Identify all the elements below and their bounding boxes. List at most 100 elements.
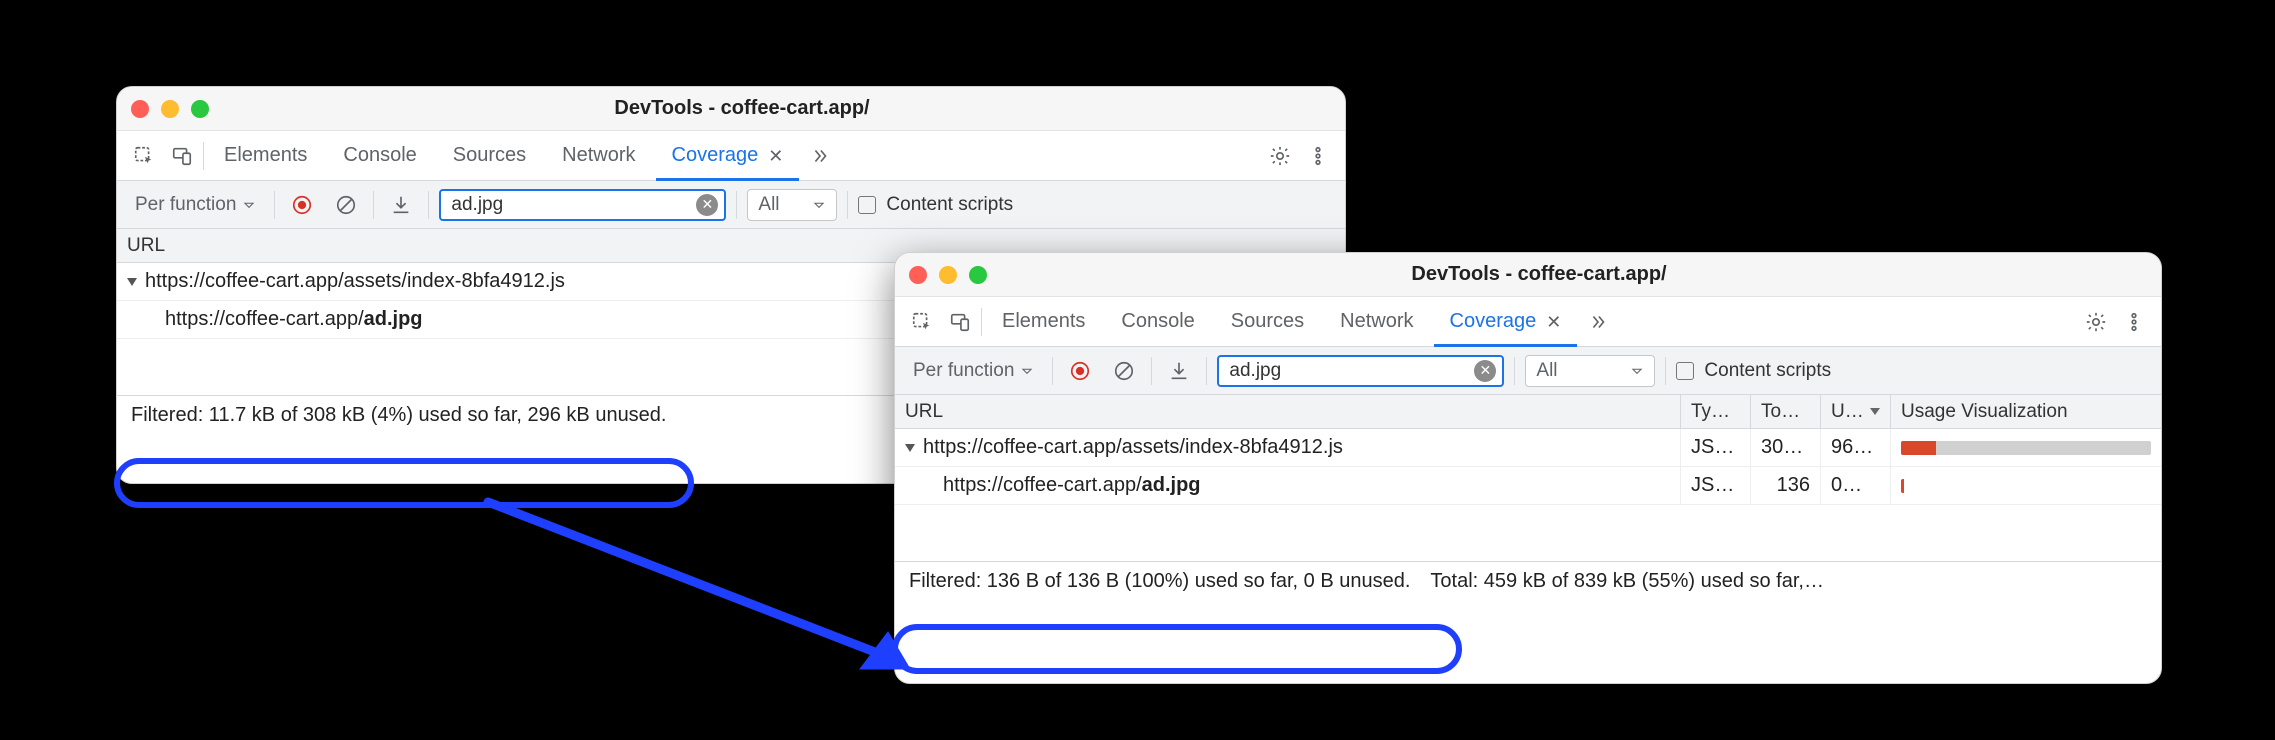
row-usage [1891,429,2161,466]
tab-elements[interactable]: Elements [208,131,323,181]
more-tabs-icon[interactable] [803,139,837,173]
divider [736,191,737,219]
record-button[interactable] [285,188,319,222]
tab-elements[interactable]: Elements [986,297,1101,347]
tab-network[interactable]: Network [546,131,651,181]
minimize-icon[interactable] [161,100,179,118]
more-tabs-icon[interactable] [1581,305,1615,339]
content-scripts-checkbox[interactable] [858,196,876,214]
divider [428,191,429,219]
row-url-prefix: https://coffee-cart.app/ [165,308,364,331]
column-url[interactable]: URL [895,395,1681,428]
clear-filter-icon[interactable]: ✕ [696,194,718,216]
divider [847,191,848,219]
row-usage [1891,467,2161,504]
content-scripts-checkbox[interactable] [1676,362,1694,380]
disclosure-icon[interactable] [127,278,137,286]
table-body: https://coffee-cart.app/assets/index-8bf… [895,429,2161,505]
settings-icon[interactable] [1263,139,1297,173]
device-toggle-icon[interactable] [165,139,199,173]
row-url: https://coffee-cart.app/assets/index-8bf… [923,436,1343,459]
divider [1151,357,1152,385]
zoom-icon[interactable] [191,100,209,118]
minimize-icon[interactable] [939,266,957,284]
tab-sources[interactable]: Sources [437,131,542,181]
row-unused: 0… [1821,467,1891,504]
divider [1665,357,1666,385]
titlebar: DevTools - coffee-cart.app/ [895,253,2161,297]
column-type[interactable]: Ty… [1681,395,1751,428]
type-filter-select[interactable]: All [747,189,837,221]
usage-bar [1901,479,2151,493]
url-filter-field[interactable] [451,194,696,216]
inspect-icon[interactable] [127,139,161,173]
more-menu-icon[interactable] [1301,139,1335,173]
type-filter-value: All [758,194,779,216]
tab-console[interactable]: Console [327,131,432,181]
granularity-label: Per function [135,194,236,216]
status-filtered: Filtered: 11.7 kB of 308 kB (4%) used so… [131,404,667,427]
close-icon[interactable] [131,100,149,118]
row-type: JS… [1681,467,1751,504]
table-row[interactable]: https://coffee-cart.app/assets/index-8bf… [895,429,2161,467]
clear-button[interactable] [329,188,363,222]
table-header: URL Ty… To… U… Usage Visualization [895,395,2161,429]
tab-coverage[interactable]: Coverage ✕ [1434,297,1578,347]
tab-label: Coverage [1450,310,1537,333]
tab-coverage[interactable]: Coverage ✕ [656,131,800,181]
usage-bar [1901,441,2151,455]
window-title: DevTools - coffee-cart.app/ [1001,263,2147,286]
close-tab-icon[interactable]: ✕ [1546,313,1561,331]
divider [1514,357,1515,385]
devtools-tabstrip: Elements Console Sources Network Coverag… [895,297,2161,347]
row-unused: 96… [1821,429,1891,466]
divider [981,308,982,336]
row-url-prefix: https://coffee-cart.app/ [943,474,1142,497]
divider [203,142,204,170]
status-bar: Filtered: 136 B of 136 B (100%) used so … [895,561,2161,601]
traffic-lights [909,266,987,284]
coverage-toolbar: Per function ✕ All Content scripts [895,347,2161,395]
tab-network[interactable]: Network [1324,297,1429,347]
window-title: DevTools - coffee-cart.app/ [223,97,1331,120]
devtools-tabstrip: Elements Console Sources Network Coverag… [117,131,1345,181]
tab-sources[interactable]: Sources [1215,297,1320,347]
granularity-select[interactable]: Per function [127,194,264,216]
row-url-match: ad.jpg [364,308,423,331]
coverage-toolbar: Per function ✕ All Content scripts [117,181,1345,229]
table-row[interactable]: https://coffee-cart.app/ad.jpg JS… 136 0… [895,467,2161,505]
traffic-lights [131,100,209,118]
granularity-select[interactable]: Per function [905,360,1042,382]
tab-console[interactable]: Console [1105,297,1210,347]
titlebar: DevTools - coffee-cart.app/ [117,87,1345,131]
export-button[interactable] [1162,354,1196,388]
url-filter-input[interactable]: ✕ [439,189,726,221]
settings-icon[interactable] [2079,305,2113,339]
more-menu-icon[interactable] [2117,305,2151,339]
column-unused[interactable]: U… [1821,395,1891,428]
close-icon[interactable] [909,266,927,284]
row-url: https://coffee-cart.app/assets/index-8bf… [145,270,565,293]
disclosure-icon[interactable] [905,444,915,452]
row-total: 30… [1751,429,1821,466]
content-scripts-label: Content scripts [886,194,1013,216]
row-total: 136 [1751,467,1821,504]
clear-filter-icon[interactable]: ✕ [1474,360,1496,382]
annotation-arrow-icon [480,494,920,684]
device-toggle-icon[interactable] [943,305,977,339]
url-filter-field[interactable] [1229,360,1474,382]
inspect-icon[interactable] [905,305,939,339]
type-filter-select[interactable]: All [1525,355,1655,387]
column-total[interactable]: To… [1751,395,1821,428]
url-filter-input[interactable]: ✕ [1217,355,1504,387]
granularity-label: Per function [913,360,1014,382]
tab-label: Coverage [672,144,759,167]
record-button[interactable] [1063,354,1097,388]
export-button[interactable] [384,188,418,222]
clear-button[interactable] [1107,354,1141,388]
divider [274,191,275,219]
status-filtered: Filtered: 136 B of 136 B (100%) used so … [909,570,1410,593]
close-tab-icon[interactable]: ✕ [768,147,783,165]
column-usage[interactable]: Usage Visualization [1891,395,2161,428]
zoom-icon[interactable] [969,266,987,284]
